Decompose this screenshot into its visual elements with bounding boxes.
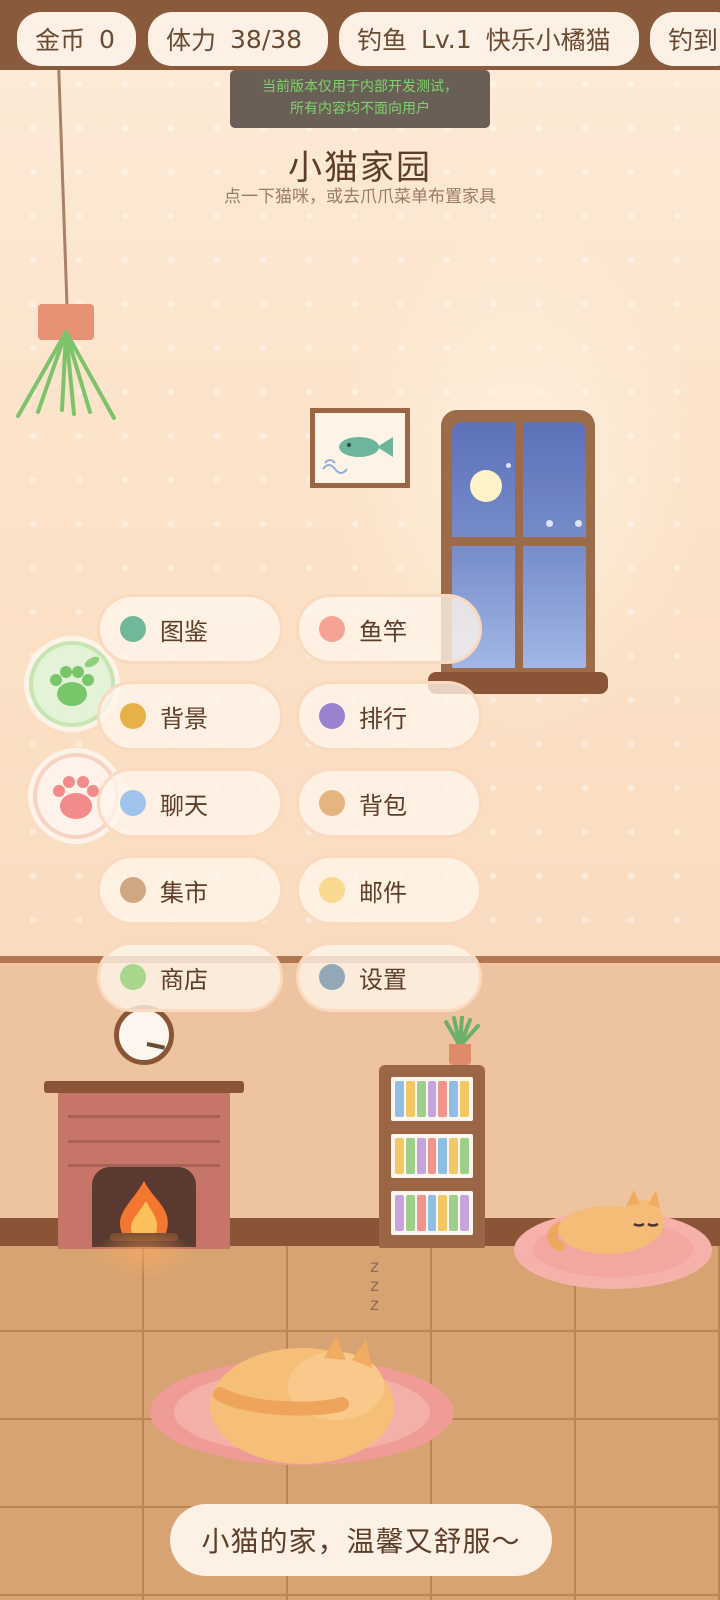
bookshelf-row: [391, 1077, 473, 1121]
menu-label: 背包: [359, 791, 407, 820]
menu-label: 鱼竿: [359, 617, 407, 646]
fireplace-mantel: [44, 1081, 244, 1093]
fishing-label: 钓鱼: [357, 26, 408, 55]
bookshelf-row: [391, 1191, 473, 1235]
book: [460, 1081, 470, 1117]
menu-mail-button[interactable]: 邮件: [296, 855, 482, 925]
ranking-dot-icon: [319, 703, 345, 729]
fireplace-brick-line: [68, 1115, 220, 1118]
market-dot-icon: [120, 877, 146, 903]
book: [449, 1195, 459, 1231]
dev-banner-line-2: 所有内容均不面向用户: [290, 101, 430, 117]
fireplace-brick-line: [68, 1140, 220, 1143]
background-dot-icon: [120, 703, 146, 729]
book: [460, 1195, 470, 1231]
book: [427, 1081, 437, 1117]
green-paw-icon: [50, 656, 100, 706]
collection-dot-icon: [120, 616, 146, 642]
sleeping-cat-center-icon[interactable]: [206, 1334, 402, 1466]
book: [395, 1195, 404, 1231]
coins-label: 金币: [35, 26, 86, 55]
book: [405, 1138, 415, 1174]
menu-rod-button[interactable]: 鱼竿: [296, 594, 482, 664]
book: [395, 1081, 404, 1117]
moon-icon: [470, 470, 502, 502]
book: [427, 1138, 437, 1174]
menu-label: 设置: [359, 965, 407, 994]
clock-hand: [146, 1042, 166, 1050]
menu-background-button[interactable]: 背景: [97, 681, 283, 751]
star-icon: [546, 520, 553, 527]
book: [460, 1138, 470, 1174]
dev-test-banner: 当前版本仅用于内部开发测试， 所有内容均不面向用户: [230, 70, 490, 128]
menu-label: 背景: [160, 704, 208, 733]
sleeping-cat-right-icon[interactable]: [546, 1186, 676, 1262]
fire-glow: [92, 1230, 196, 1278]
book: [416, 1081, 426, 1117]
menu-backpack-button[interactable]: 背包: [296, 768, 482, 838]
settings-dot-icon: [319, 964, 345, 990]
book: [438, 1195, 448, 1231]
rod-dot-icon: [319, 616, 345, 642]
stamina-chip[interactable]: 体力 38/38: [148, 12, 328, 66]
book: [405, 1195, 415, 1231]
fish-picture-frame: [310, 408, 410, 488]
hanging-plant-leaves-icon: [16, 330, 116, 420]
menu-label: 图鉴: [160, 617, 208, 646]
book: [416, 1138, 426, 1174]
fishing-level: Lv.1: [421, 24, 472, 54]
menu-label: 邮件: [359, 878, 407, 907]
chat-dot-icon: [120, 790, 146, 816]
stamina-value: 38/38: [230, 24, 303, 54]
book: [438, 1138, 448, 1174]
book: [416, 1195, 426, 1231]
menu-shop-button[interactable]: 商店: [97, 942, 283, 1012]
coins-value: 0: [99, 24, 115, 54]
book: [405, 1081, 415, 1117]
menu-collection-button[interactable]: 图鉴: [97, 594, 283, 664]
fishing-title: 快乐小橘猫: [485, 26, 611, 55]
menu-settings-button[interactable]: 设置: [296, 942, 482, 1012]
menu-chat-button[interactable]: 聊天: [97, 768, 283, 838]
window-transom: [452, 537, 586, 546]
star-icon: [575, 520, 582, 527]
catch-count-chip[interactable]: 钓到: [650, 12, 720, 66]
backpack-dot-icon: [319, 790, 345, 816]
shop-dot-icon: [120, 964, 146, 990]
star-icon: [506, 463, 511, 468]
fish-picture-icon: [322, 437, 393, 474]
bookshelf-row: [391, 1134, 473, 1178]
catch-label: 钓到: [668, 26, 719, 55]
book: [427, 1195, 437, 1231]
dev-banner-line-1: 当前版本仅用于内部开发测试，: [262, 79, 458, 95]
menu-label: 聊天: [160, 791, 208, 820]
stamina-label: 体力: [166, 26, 217, 55]
menu-market-button[interactable]: 集市: [97, 855, 283, 925]
sleeping-zzz: z z z: [370, 1257, 379, 1315]
menu-ranking-button[interactable]: 排行: [296, 681, 482, 751]
page-subtitle: 点一下猫咪，或去爪爪菜单布置家具: [224, 187, 496, 207]
book: [449, 1138, 459, 1174]
book: [438, 1081, 448, 1117]
home-caption: 小猫的家，温馨又舒服～: [170, 1504, 552, 1576]
book: [395, 1138, 404, 1174]
mail-dot-icon: [319, 877, 345, 903]
menu-label: 商店: [160, 965, 208, 994]
wall-clock: [114, 1005, 174, 1065]
coins-chip[interactable]: 金币 0: [17, 12, 136, 66]
menu-label: 集市: [160, 878, 208, 907]
fishing-level-chip[interactable]: 钓鱼 Lv.1 快乐小橘猫: [339, 12, 639, 66]
book: [449, 1081, 459, 1117]
menu-label: 排行: [359, 704, 407, 733]
shelf-plant-pot: [449, 1044, 471, 1065]
